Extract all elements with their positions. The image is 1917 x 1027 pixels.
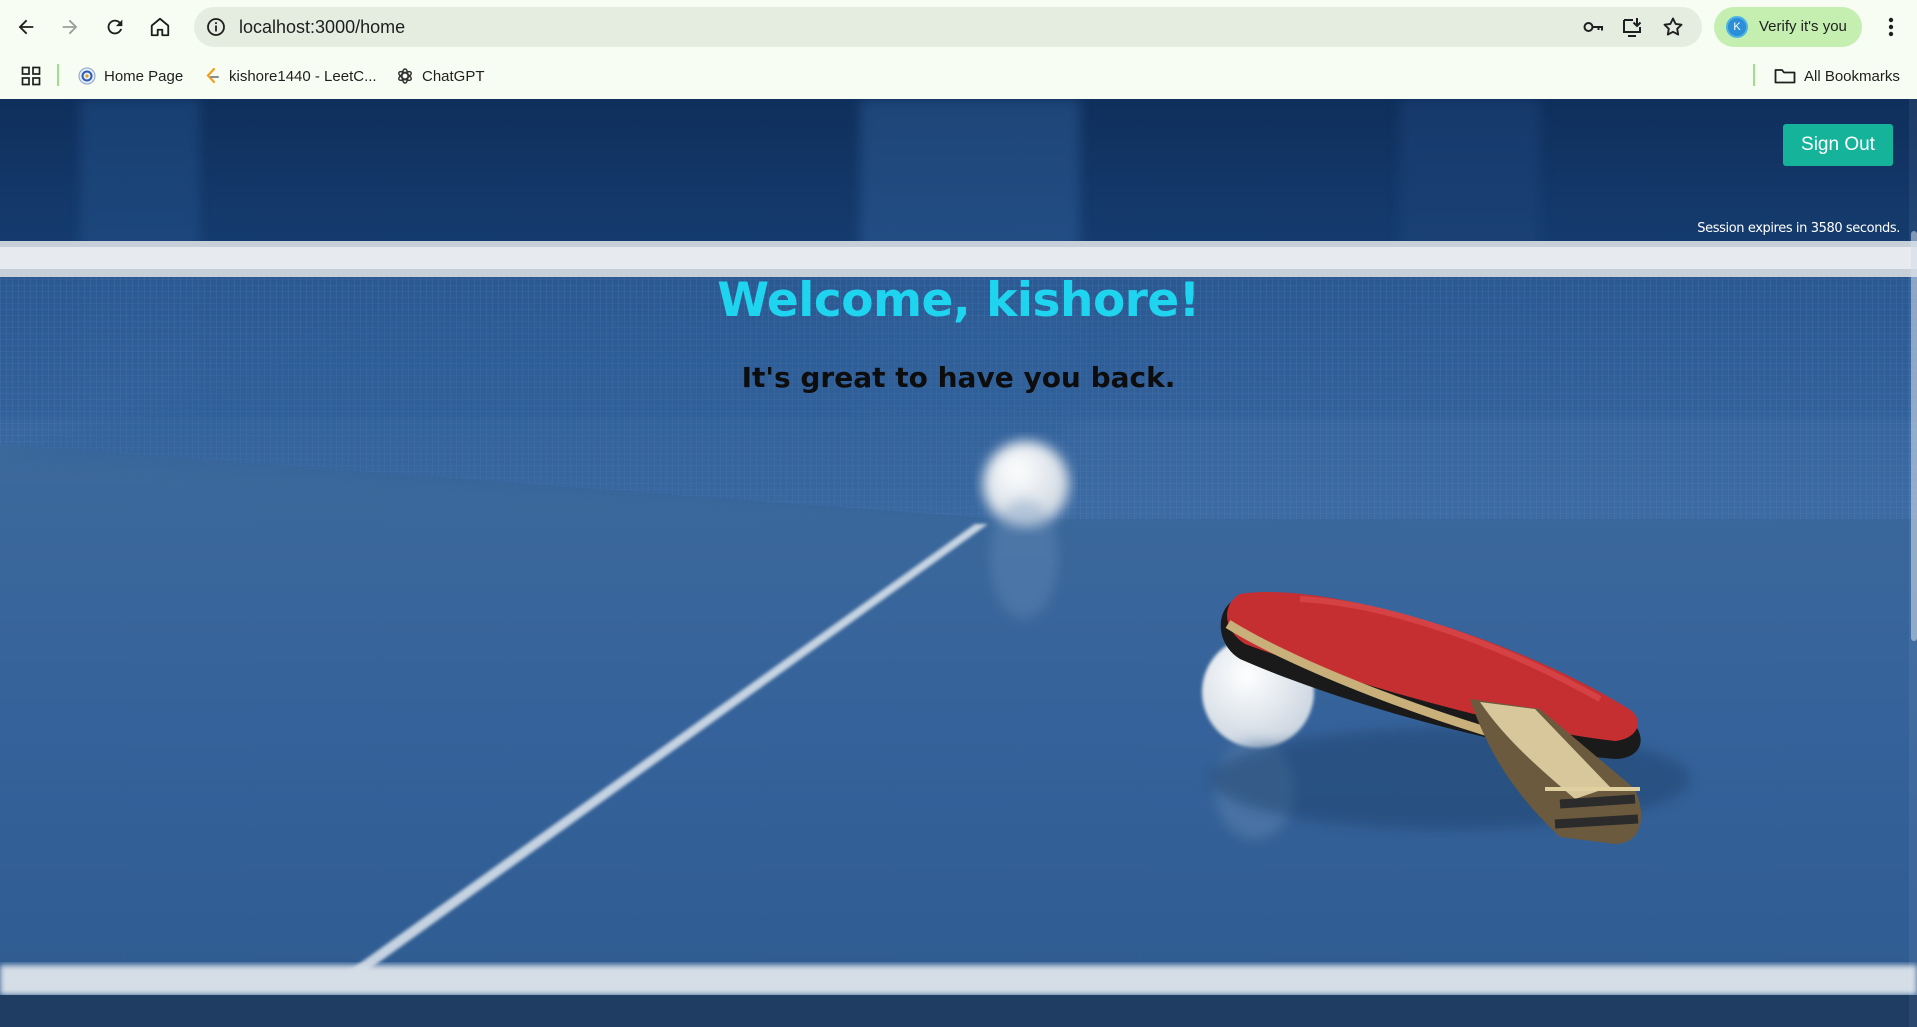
- bookmark-chatgpt[interactable]: ChatGPT: [396, 63, 485, 89]
- all-bookmarks-label: All Bookmarks: [1804, 67, 1900, 85]
- forward-button[interactable]: [53, 10, 87, 44]
- bookmark-label: Home Page: [104, 67, 184, 85]
- sign-out-button[interactable]: Sign Out: [1783, 124, 1893, 166]
- verify-label: Verify it's you: [1759, 18, 1847, 35]
- password-key-icon: [1583, 22, 1603, 32]
- site-info-button[interactable]: [204, 15, 228, 39]
- bookmark-star-button[interactable]: [1661, 15, 1685, 39]
- home-icon: [150, 17, 170, 37]
- back-button[interactable]: [9, 10, 43, 44]
- site-info-icon: [207, 18, 225, 36]
- install-app-icon: [1623, 18, 1642, 37]
- forward-icon: [62, 19, 78, 35]
- chatgpt-favicon-icon: [396, 67, 414, 85]
- back-icon: [18, 19, 34, 35]
- reload-icon: [107, 19, 123, 35]
- bookmark-star-icon: [1663, 17, 1683, 36]
- install-app-button[interactable]: [1620, 15, 1644, 39]
- url-text[interactable]: localhost:3000/home: [239, 17, 405, 38]
- bookmark-leetcode[interactable]: kishore1440 - LeetC...: [203, 63, 377, 89]
- session-expiry-text: Session expires in 3580 seconds.: [1697, 221, 1900, 236]
- profile-avatar: K: [1726, 16, 1748, 38]
- bookmark-home-page[interactable]: Home Page: [78, 63, 183, 89]
- chrome-menu-button[interactable]: [1878, 12, 1904, 42]
- home-page-favicon-icon: [78, 67, 96, 85]
- welcome-subtitle: It's great to have you back.: [741, 361, 1176, 394]
- password-manager-button[interactable]: [1581, 15, 1605, 39]
- address-bar[interactable]: localhost:3000/home: [194, 7, 1702, 47]
- apps-button[interactable]: [19, 64, 43, 88]
- welcome-heading: Welcome, kishore!: [717, 273, 1200, 328]
- bookmarks-divider-right: [1753, 64, 1755, 86]
- bookmark-label: ChatGPT: [422, 67, 485, 85]
- folder-icon: [1774, 67, 1796, 85]
- browser-toolbar: localhost:3000/home K Verify it's you: [0, 0, 1917, 54]
- ping-pong-table-background: [0, 99, 1917, 1027]
- page-viewport: Sign Out Session expires in 3580 seconds…: [0, 99, 1917, 1027]
- home-button[interactable]: [143, 10, 177, 44]
- profile-verify-button[interactable]: K Verify it's you: [1714, 7, 1862, 47]
- chrome-menu-icon: [1888, 17, 1894, 37]
- leetcode-favicon-icon: [203, 67, 221, 85]
- apps-grid-icon: [21, 66, 41, 86]
- bookmarks-divider: [57, 64, 59, 86]
- bookmarks-bar: Home Page kishore1440 - LeetC... ChatGPT: [0, 54, 1917, 99]
- reload-button[interactable]: [98, 10, 132, 44]
- bookmark-label: kishore1440 - LeetC...: [229, 67, 377, 85]
- all-bookmarks-button[interactable]: All Bookmarks: [1774, 63, 1900, 89]
